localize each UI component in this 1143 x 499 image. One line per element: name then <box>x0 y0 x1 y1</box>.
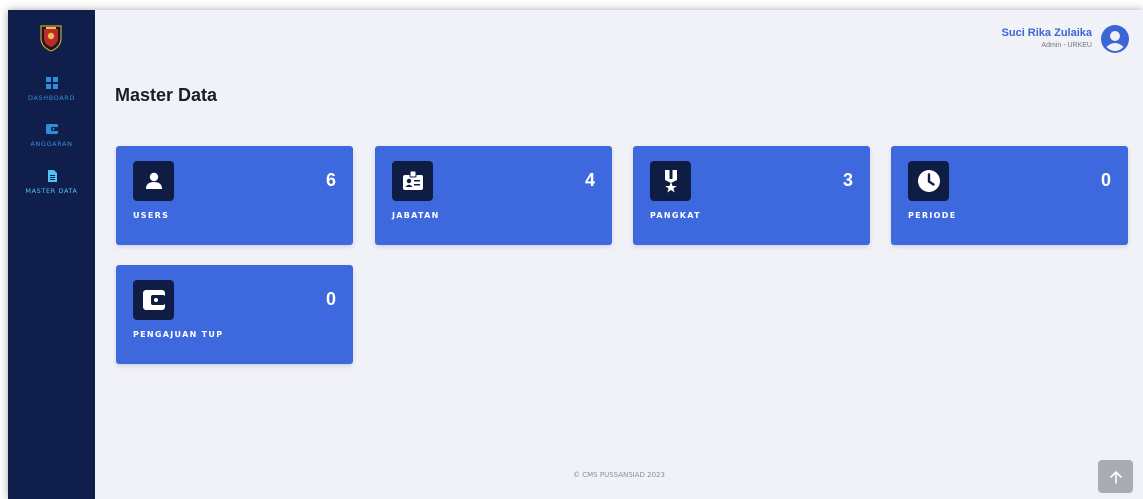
sidebar-item-label: MASTER DATA <box>25 187 78 195</box>
user-role: Admin - URKEU <box>1041 42 1092 49</box>
card-value: 3 <box>842 170 853 190</box>
sidebar-item-anggaran[interactable]: ANGGARAN <box>8 123 95 148</box>
card-icon-box <box>908 161 949 201</box>
sidebar-item-dashboard[interactable]: DASHBOARD <box>8 77 95 102</box>
wallet-icon <box>45 124 58 134</box>
user-menu[interactable]: Suci Rika Zulaika Admin - URKEU <box>1002 24 1129 54</box>
card-label: PANGKAT <box>650 211 701 220</box>
card-label: PENGAJUAN TUP <box>133 330 224 339</box>
card-jabatan[interactable]: 4 JABATAN <box>375 146 612 245</box>
sidebar-item-label: ANGGARAN <box>30 140 73 148</box>
card-label: USERS <box>133 211 170 220</box>
card-users[interactable]: 6 USERS <box>116 146 353 245</box>
card-label: PERIODE <box>908 211 957 220</box>
logo[interactable] <box>38 24 64 52</box>
wallet-icon <box>142 290 165 310</box>
sidebar-item-master-data[interactable]: MASTER DATA <box>8 170 95 195</box>
user-circle-icon[interactable] <box>1101 25 1129 53</box>
sidebar: DASHBOARD ANGGARAN MASTER DATA <box>8 10 95 499</box>
card-pangkat[interactable]: 3 PANGKAT <box>633 146 870 245</box>
medal-icon <box>664 170 677 193</box>
card-value: 0 <box>325 289 336 309</box>
page-title: Master Data <box>115 85 218 105</box>
id-badge-icon <box>402 170 423 190</box>
card-value: 4 <box>584 170 595 190</box>
user-name: Suci Rika Zulaika <box>1001 27 1092 39</box>
user-icon <box>145 172 162 189</box>
sidebar-item-label: DASHBOARD <box>27 94 76 102</box>
footer-copyright: © CMS PUSSANSIAD 2023 <box>573 471 665 479</box>
card-value: 0 <box>1100 170 1111 190</box>
app-window: DASHBOARD ANGGARAN MASTER DATA Suci Rika… <box>8 10 1143 499</box>
clock-icon <box>917 170 940 192</box>
card-icon-box <box>133 161 174 201</box>
card-periode[interactable]: 0 PERIODE <box>891 146 1128 245</box>
card-pengajuan-tup[interactable]: 0 PENGAJUAN TUP <box>116 265 353 364</box>
arrow-up-icon <box>1109 470 1122 484</box>
document-icon <box>47 170 57 182</box>
user-info: Suci Rika Zulaika Admin - URKEU <box>1002 27 1092 51</box>
card-icon-box <box>650 161 691 201</box>
card-icon-box <box>392 161 433 201</box>
card-label: JABATAN <box>392 211 440 220</box>
dashboard-grid-icon <box>45 77 58 89</box>
card-icon-box <box>133 280 174 320</box>
card-value: 6 <box>325 170 336 190</box>
scroll-to-top-button[interactable] <box>1098 460 1133 493</box>
